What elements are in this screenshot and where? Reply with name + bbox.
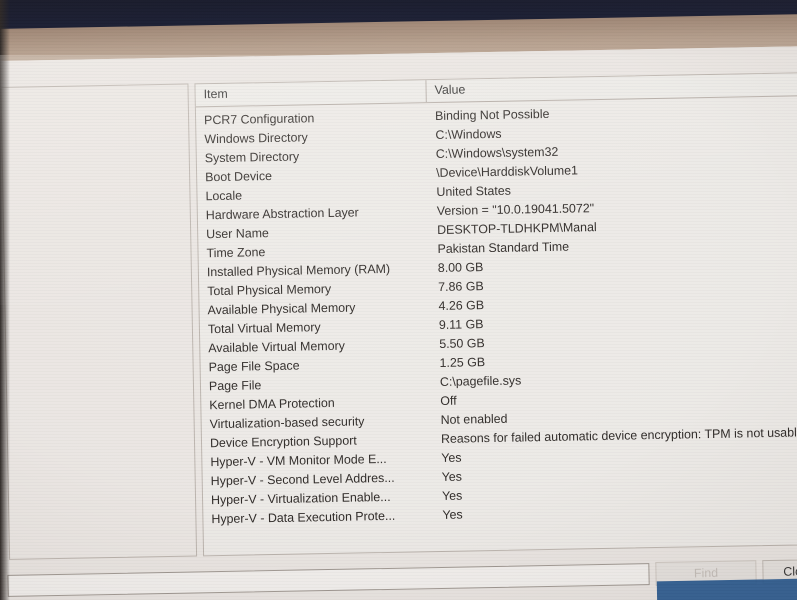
cell-item: Page File	[208, 377, 262, 393]
monitor-screen: Item Value PCR7 Configuration Binding Not…	[0, 45, 797, 600]
cell-item: Time Zone	[206, 244, 266, 260]
cell-item: User Name	[206, 225, 269, 241]
cell-item: PCR7 Configuration	[203, 110, 315, 127]
list-body: PCR7 Configuration Binding Not Possible Wi…	[196, 95, 797, 555]
details-list-view[interactable]: Item Value PCR7 Configuration Binding Not…	[194, 71, 797, 557]
category-tree-pane[interactable]	[0, 83, 198, 560]
cell-item: Hyper-V - VM Monitor Mode E...	[210, 451, 387, 469]
category-tree-list	[1, 85, 187, 90]
cell-item: Installed Physical Memory (RAM)	[206, 261, 391, 279]
cell-item: Total Virtual Memory	[207, 319, 321, 336]
find-input[interactable]	[7, 563, 650, 597]
system-information-window: Item Value PCR7 Configuration Binding Not…	[0, 45, 797, 600]
cell-item: Windows Directory	[204, 129, 308, 146]
photo-of-monitor-scene: Item Value PCR7 Configuration Binding Not…	[0, 0, 797, 600]
cell-item: Hyper-V - Virtualization Enable...	[210, 489, 391, 507]
cell-item: Locale	[205, 188, 243, 203]
cell-item: Hyper-V - Data Execution Prote...	[211, 508, 396, 526]
cell-item: Total Physical Memory	[207, 281, 332, 298]
cell-item: System Directory	[204, 149, 300, 165]
taskbar-sliver	[656, 578, 797, 600]
cell-item: Boot Device	[205, 168, 273, 184]
cell-item: Hardware Abstraction Layer	[205, 204, 359, 222]
column-header-item[interactable]: Item	[195, 80, 427, 107]
cell-item: Virtualization-based security	[209, 413, 365, 431]
cell-item: Device Encryption Support	[209, 433, 357, 450]
cell-item: Page File Space	[208, 358, 300, 374]
window-panes: Item Value PCR7 Configuration Binding Not…	[0, 45, 797, 565]
cell-item: Available Virtual Memory	[208, 338, 345, 355]
cell-item: Hyper-V - Second Level Addres...	[210, 470, 395, 488]
cell-item: Available Physical Memory	[207, 300, 356, 317]
cell-item: Kernel DMA Protection	[209, 395, 335, 412]
